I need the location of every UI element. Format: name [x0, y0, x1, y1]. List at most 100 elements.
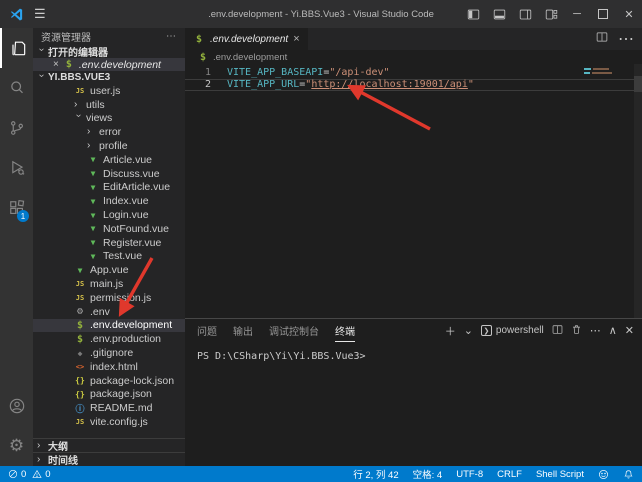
tree-file-.env.production[interactable]: $.env.production — [33, 332, 185, 346]
tree-item-label: EditArticle.vue — [103, 181, 170, 193]
encoding[interactable]: UTF-8 — [456, 469, 483, 480]
open-editor-item-env-development[interactable]: × $ .env.development — [33, 58, 185, 71]
close-tab-icon[interactable]: × — [293, 33, 299, 45]
tree-file-.env.development[interactable]: $.env.development — [33, 319, 185, 333]
tree-file-Register.vue[interactable]: ▼Register.vue — [33, 236, 185, 250]
tree-file-Article.vue[interactable]: ▼Article.vue — [33, 153, 185, 167]
tree-file-.env[interactable]: ⚙.env — [33, 305, 185, 319]
tree-file-EditArticle.vue[interactable]: ▼EditArticle.vue — [33, 181, 185, 195]
new-terminal-icon[interactable]: ＋ — [445, 323, 456, 339]
explorer-more-icon[interactable]: ⋯ — [166, 31, 177, 42]
git-file-icon: ◆ — [74, 349, 86, 358]
title-bar: ☰ .env.development - Yi.BBS.Vue3 - Visua… — [0, 0, 642, 28]
minimize-icon[interactable]: ─ — [564, 0, 590, 28]
tree-item-label: App.vue — [90, 264, 129, 276]
env-file-icon: $ — [74, 334, 86, 345]
tree-file-vite.config.js[interactable]: JSvite.config.js — [33, 415, 185, 429]
editor-tab-bar: $ .env.development × ⋯ — [185, 28, 642, 50]
chevron-down-icon: › — [37, 48, 45, 56]
scrollbar[interactable] — [634, 64, 642, 318]
eol-sequence[interactable]: CRLF — [497, 469, 522, 480]
tree-file-Login.vue[interactable]: ▼Login.vue — [33, 208, 185, 222]
panel-tab-输出[interactable]: 输出 — [233, 319, 253, 342]
tab-env-development[interactable]: $ .env.development × — [185, 28, 309, 50]
tree-file-package.json[interactable]: {}package.json — [33, 388, 185, 402]
terminal-dropdown-icon[interactable]: ⌄ — [464, 324, 473, 337]
tree-item-label: Test.vue — [103, 250, 142, 262]
file-tree: JSuser.js›utils›views›error›profile▼Arti… — [33, 84, 185, 429]
tree-file-README.md[interactable]: ⓘREADME.md — [33, 401, 185, 415]
close-icon[interactable]: × — [53, 59, 59, 70]
customize-layout-icon[interactable] — [538, 0, 564, 28]
warning-triangle-icon — [32, 469, 42, 479]
search-icon[interactable] — [0, 68, 33, 108]
toggle-panel-icon[interactable] — [486, 0, 512, 28]
menu-icon[interactable]: ☰ — [34, 6, 46, 22]
tree-file-NotFound.vue[interactable]: ▼NotFound.vue — [33, 222, 185, 236]
tree-file-index.html[interactable]: <>index.html — [33, 360, 185, 374]
outline-section-header[interactable]: › 大纲 — [33, 438, 185, 452]
tree-item-label: error — [99, 126, 121, 138]
toggle-secondary-sidebar-icon[interactable] — [512, 0, 538, 28]
tree-file-Index.vue[interactable]: ▼Index.vue — [33, 194, 185, 208]
accounts-icon[interactable] — [0, 386, 33, 426]
tree-file-Test.vue[interactable]: ▼ Test.vue — [33, 250, 185, 264]
tree-file-.gitignore[interactable]: ◆.gitignore — [33, 346, 185, 360]
timeline-section-header[interactable]: › 时间线 — [33, 452, 185, 466]
extensions-icon[interactable]: 1 — [0, 188, 33, 228]
panel-more-icon[interactable]: ⋯ — [590, 324, 601, 337]
panel-tab-终端[interactable]: 终端 — [335, 319, 355, 342]
url-link[interactable]: http://localhost:19001/api — [311, 79, 468, 90]
tree-folder-profile[interactable]: ›profile — [33, 139, 185, 153]
tree-folder-error[interactable]: ›error — [33, 125, 185, 139]
tree-file-package-lock.json[interactable]: {}package-lock.json — [33, 374, 185, 388]
maximize-panel-icon[interactable]: ∧ — [609, 324, 617, 337]
tree-item-label: utils — [86, 99, 105, 111]
indentation[interactable]: 空格: 4 — [413, 467, 443, 481]
toggle-primary-sidebar-icon[interactable] — [460, 0, 486, 28]
tree-item-label: package.json — [90, 388, 152, 400]
notifications-bell-icon[interactable] — [623, 469, 634, 480]
problems-status[interactable]: 0 0 — [8, 469, 51, 480]
code-editor[interactable]: 1 VITE_APP_BASEAPI="/api-dev" 2 VITE_APP… — [185, 64, 642, 318]
panel-tab-bar: 问题输出调试控制台终端 ＋ ⌄ ❯ powershell — [185, 319, 642, 342]
powershell-icon: ❯ — [481, 325, 492, 336]
tree-file-App.vue[interactable]: ▼App.vue — [33, 263, 185, 277]
vue-file-icon: ▼ — [87, 169, 99, 178]
settings-gear-icon[interactable]: ⚙ — [0, 426, 33, 466]
tree-item-label: .env.development — [90, 319, 172, 331]
tree-item-label: user.js — [90, 85, 120, 97]
project-root-header[interactable]: › YI.BBS.VUE3 — [33, 71, 185, 84]
tree-item-label: package-lock.json — [90, 375, 174, 387]
panel-tab-问题[interactable]: 问题 — [197, 319, 217, 342]
breadcrumb[interactable]: $ .env.development — [185, 50, 642, 64]
panel-tab-调试控制台[interactable]: 调试控制台 — [269, 319, 319, 342]
feedback-smiley-icon[interactable] — [598, 469, 609, 480]
tree-item-label: views — [86, 112, 112, 124]
tree-file-Discuss.vue[interactable]: ▼Discuss.vue — [33, 167, 185, 181]
kill-terminal-trash-icon[interactable] — [571, 324, 582, 338]
open-editors-header[interactable]: › 打开的编辑器 — [33, 45, 185, 58]
split-terminal-icon[interactable] — [552, 324, 563, 338]
terminal[interactable]: PS D:\CSharp\Yi\Yi.BBS.Vue3> — [185, 342, 642, 466]
minimap[interactable] — [584, 68, 628, 76]
close-window-icon[interactable]: ✕ — [616, 0, 642, 28]
tree-file-permission.js[interactable]: JSpermission.js — [33, 291, 185, 305]
vue-file-icon: ▼ — [87, 252, 99, 261]
split-editor-icon[interactable] — [596, 30, 608, 48]
language-mode[interactable]: Shell Script — [536, 469, 584, 480]
tree-folder-views[interactable]: ›views — [33, 112, 185, 126]
tree-folder-utils[interactable]: ›utils — [33, 98, 185, 112]
run-debug-icon[interactable] — [0, 148, 33, 188]
explorer-icon[interactable] — [0, 28, 33, 68]
editor-more-icon[interactable]: ⋯ — [618, 29, 634, 49]
tree-item-label: NotFound.vue — [103, 223, 169, 235]
explorer-title: 资源管理器 — [41, 29, 91, 44]
tree-file-main.js[interactable]: JSmain.js — [33, 277, 185, 291]
tree-file-user.js[interactable]: JSuser.js — [33, 84, 185, 98]
source-control-icon[interactable] — [0, 108, 33, 148]
terminal-instance-powershell[interactable]: ❯ powershell — [481, 325, 544, 336]
maximize-icon[interactable] — [590, 0, 616, 28]
cursor-position[interactable]: 行 2, 列 42 — [353, 467, 398, 481]
close-panel-icon[interactable]: ✕ — [625, 324, 634, 337]
